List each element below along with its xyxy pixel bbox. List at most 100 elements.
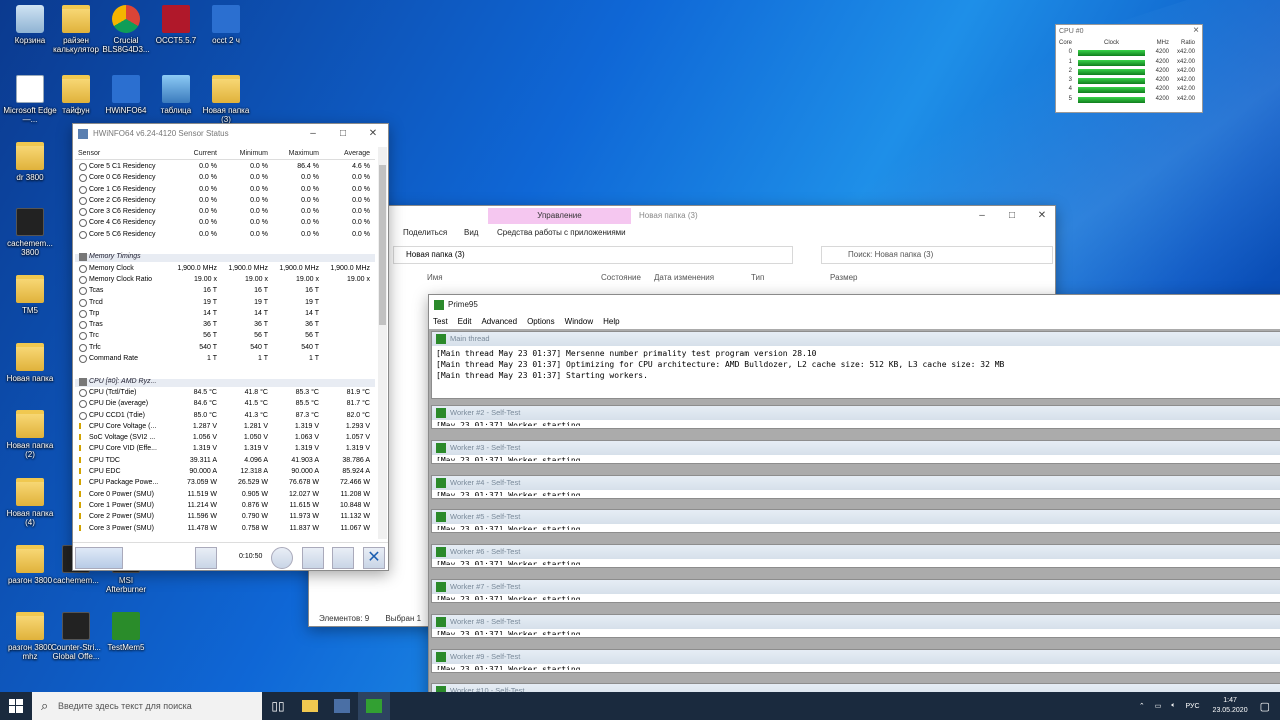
sensor-row[interactable]: CPU [#0]: AMD Ryz... [75, 375, 375, 387]
desktop-icon[interactable]: Counter-Stri... Global Offe... [48, 612, 104, 661]
desktop-icon[interactable]: Новая папка (2) [2, 410, 58, 459]
maximize-icon[interactable]: □ [997, 206, 1027, 226]
worker-window[interactable]: Worker #8 - Self-Test [May 23 01:37] Work… [431, 613, 1280, 638]
sensor-row[interactable] [75, 240, 375, 251]
sensor-row[interactable]: CPU Package Powe... 73.059 W 26.529 W 76.67… [75, 477, 375, 488]
sensor-row[interactable]: Core 1 C6 Residency 0.0 % 0.0 % 0.0 % 0.0 % [75, 184, 375, 195]
desktop-icon[interactable]: Новая папка (4) [2, 478, 58, 527]
worker-window[interactable]: Worker #5 - Self-Test [May 23 01:37] Work… [431, 509, 1280, 534]
sensor-row[interactable]: Memory Clock Ratio 19.00 x 19.00 x 19.00 x 1… [75, 274, 375, 285]
desktop-icon[interactable]: cachemem... 3800 [2, 208, 58, 257]
desktop-icon[interactable]: Crucial BLS8G4D3... [98, 5, 154, 54]
header-sensor[interactable]: Sensor [75, 147, 170, 159]
network-icon[interactable] [195, 547, 217, 569]
sensor-row[interactable]: Trfc 540 T 540 T 540 T [75, 342, 375, 353]
scrollbar-thumb[interactable] [379, 165, 386, 325]
sensor-row[interactable]: CPU CCD1 (Tdie) 85.0 °C 41.3 °C 87.3 °C 82.0… [75, 410, 375, 421]
menu-item-help[interactable]: Help [603, 315, 619, 329]
sensor-row[interactable]: Core 5 C1 Residency 0.0 % 0.0 % 86.4 % 4.6 % [75, 161, 375, 172]
worker-window[interactable]: Worker #4 - Self-Test [May 23 01:37] Work… [431, 474, 1280, 499]
worker-window[interactable]: Worker #6 - Self-Test [May 23 01:37] Work… [431, 544, 1280, 569]
prime95-window[interactable]: Prime95 Test Edit Advanced Options Window Hel… [428, 294, 1280, 692]
sensor-row[interactable]: Tcas 16 T 16 T 16 T [75, 285, 375, 296]
column-date[interactable]: Дата изменения [654, 273, 714, 282]
hwinfo-taskbar-icon[interactable] [326, 692, 358, 720]
worker-window[interactable]: Worker #10 - Self-Test[May 23 01:37] Wor… [431, 683, 1280, 692]
sensor-row[interactable]: CPU Core VID (Effe... 1.319 V 1.319 V 1.319… [75, 443, 375, 454]
sensor-row[interactable]: Trc 56 T 56 T 56 T [75, 330, 375, 341]
sensor-row[interactable]: Core 1 Power (SMU) 11.214 W 0.876 W 11.615 … [75, 500, 375, 511]
navigate-arrows-icon[interactable] [75, 547, 123, 569]
header-minimum[interactable]: Minimum [221, 147, 272, 159]
menu-item-options[interactable]: Options [527, 315, 555, 329]
desktop-icon[interactable]: таблица [148, 75, 204, 115]
sensor-row[interactable]: Trcd 19 T 19 T 19 T [75, 297, 375, 308]
close-icon[interactable]: ✕ [363, 547, 385, 569]
address-bar[interactable]: Новая папка (3) [393, 246, 793, 264]
tab-manage[interactable]: Управление [488, 208, 631, 224]
header-current[interactable]: Current [170, 147, 221, 159]
sensor-row[interactable]: Core 3 C6 Residency 0.0 % 0.0 % 0.0 % 0.0 % [75, 206, 375, 217]
task-view-icon[interactable]: ▯▯ [262, 692, 294, 720]
desktop-icon[interactable]: occt 2 ч [198, 5, 254, 45]
worker-window[interactable]: Worker #3 - Self-Test [May 23 01:37] Work… [431, 439, 1280, 464]
menu-item-advanced[interactable]: Advanced [481, 315, 517, 329]
prime95-taskbar-icon[interactable] [358, 692, 390, 720]
sensor-row[interactable]: CPU TDC 39.311 A 4.096 A 41.903 A 38.786 A [75, 455, 375, 466]
sensor-row[interactable]: Core 2 C6 Residency 0.0 % 0.0 % 0.0 % 0.0 % [75, 195, 375, 206]
minimize-icon[interactable]: – [298, 124, 328, 144]
sensor-row[interactable] [75, 364, 375, 375]
desktop-icon[interactable]: тайфун [48, 75, 104, 115]
sensor-row[interactable]: CPU Die (average) 84.6 °C 41.5 °C 85.5 °C 81… [75, 398, 375, 409]
desktop-icon[interactable]: Новая папка [2, 343, 58, 383]
file-explorer-icon[interactable] [294, 692, 326, 720]
notifications-icon[interactable]: ▢ [1260, 700, 1270, 713]
speaker-icon[interactable]: 🔈︎ [1171, 702, 1175, 710]
start-button[interactable] [0, 692, 32, 720]
sensor-row[interactable]: Core 2 Power (SMU) 11.596 W 0.790 W 11.973 … [75, 511, 375, 522]
desktop-icon[interactable]: TestMem5 [98, 612, 154, 652]
network-icon[interactable]: ▭ [1155, 702, 1162, 710]
chevron-up-icon[interactable]: ⌃ [1139, 702, 1145, 710]
sensor-row[interactable]: Core 5 C6 Residency 0.0 % 0.0 % 0.0 % 0.0 % [75, 229, 375, 240]
scrollbar[interactable] [378, 147, 387, 539]
worker-window[interactable]: Worker #2 - Self-Test [May 23 01:37] Work… [431, 405, 1280, 429]
hwinfo-window[interactable]: HWiNFO64 v6.24-4120 Sensor Status – □ ✕ … [72, 123, 389, 571]
sensor-row[interactable]: Core 3 Power (SMU) 11.478 W 0.758 W 11.837 … [75, 523, 375, 534]
language-indicator[interactable]: РУС [1186, 703, 1200, 710]
maximize-icon[interactable]: □ [328, 124, 358, 144]
column-status[interactable]: Состояние [601, 273, 641, 282]
close-icon[interactable]: × [1193, 25, 1199, 36]
search-input[interactable]: Поиск: Новая папка (3) [821, 246, 1053, 264]
sensor-row[interactable]: CPU Core Voltage (... 1.287 V 1.281 V 1.319… [75, 421, 375, 432]
sensor-row[interactable]: CPU EDC 90.000 A 12.318 A 90.000 A 85.924 A [75, 466, 375, 477]
sensor-row[interactable]: CPU (Tctl/Tdie) 84.5 °C 41.8 °C 85.3 °C 81.9… [75, 387, 375, 398]
taskbar-search-input[interactable]: Введите здесь текст для поиска [32, 692, 262, 720]
sensor-row[interactable]: Tras 36 T 36 T 36 T [75, 319, 375, 330]
minimize-icon[interactable]: – [967, 206, 997, 226]
desktop-icon[interactable]: TM5 [2, 275, 58, 315]
sensor-row[interactable]: SoC Voltage (SVI2 ... 1.056 V 1.050 V 1.063… [75, 432, 375, 443]
clock[interactable]: 1:47 23.05.2020 [1213, 696, 1248, 716]
sensor-row[interactable]: Memory Timings [75, 251, 375, 263]
tab-share[interactable]: Поделиться [403, 226, 447, 240]
clock-icon[interactable] [271, 547, 293, 569]
close-icon[interactable]: ✕ [1027, 206, 1055, 226]
desktop-icon[interactable]: dr 3800 [2, 142, 58, 182]
sensor-row[interactable]: Core 0 C6 Residency 0.0 % 0.0 % 0.0 % 0.0 % [75, 172, 375, 183]
column-size[interactable]: Размер [830, 273, 858, 282]
sensor-row[interactable]: Core 4 C6 Residency 0.0 % 0.0 % 0.0 % 0.0 % [75, 217, 375, 228]
worker-window[interactable]: Worker #9 - Self-Test [May 23 01:37] Work… [431, 648, 1280, 673]
main-thread-window[interactable]: Main thread [Main thread May 23 01:37] M… [431, 331, 1280, 399]
header-average[interactable]: Average [323, 147, 374, 159]
desktop-icon[interactable]: HWiNFO64 [98, 75, 154, 115]
tab-app-tools[interactable]: Средства работы с приложениями [497, 226, 626, 240]
tab-view[interactable]: Вид [464, 226, 478, 240]
menu-item-test[interactable]: Test [433, 315, 448, 329]
desktop-icon[interactable]: райзен калькулятор [48, 5, 104, 54]
menu-item-window[interactable]: Window [565, 315, 593, 329]
sensor-row[interactable]: Command Rate 1 T 1 T 1 T [75, 353, 375, 364]
sensor-row[interactable]: Core 0 Power (SMU) 11.519 W 0.905 W 12.027 … [75, 489, 375, 500]
close-icon[interactable]: ✕ [358, 124, 388, 144]
desktop-icon[interactable]: Новая папка (3) [198, 75, 254, 124]
